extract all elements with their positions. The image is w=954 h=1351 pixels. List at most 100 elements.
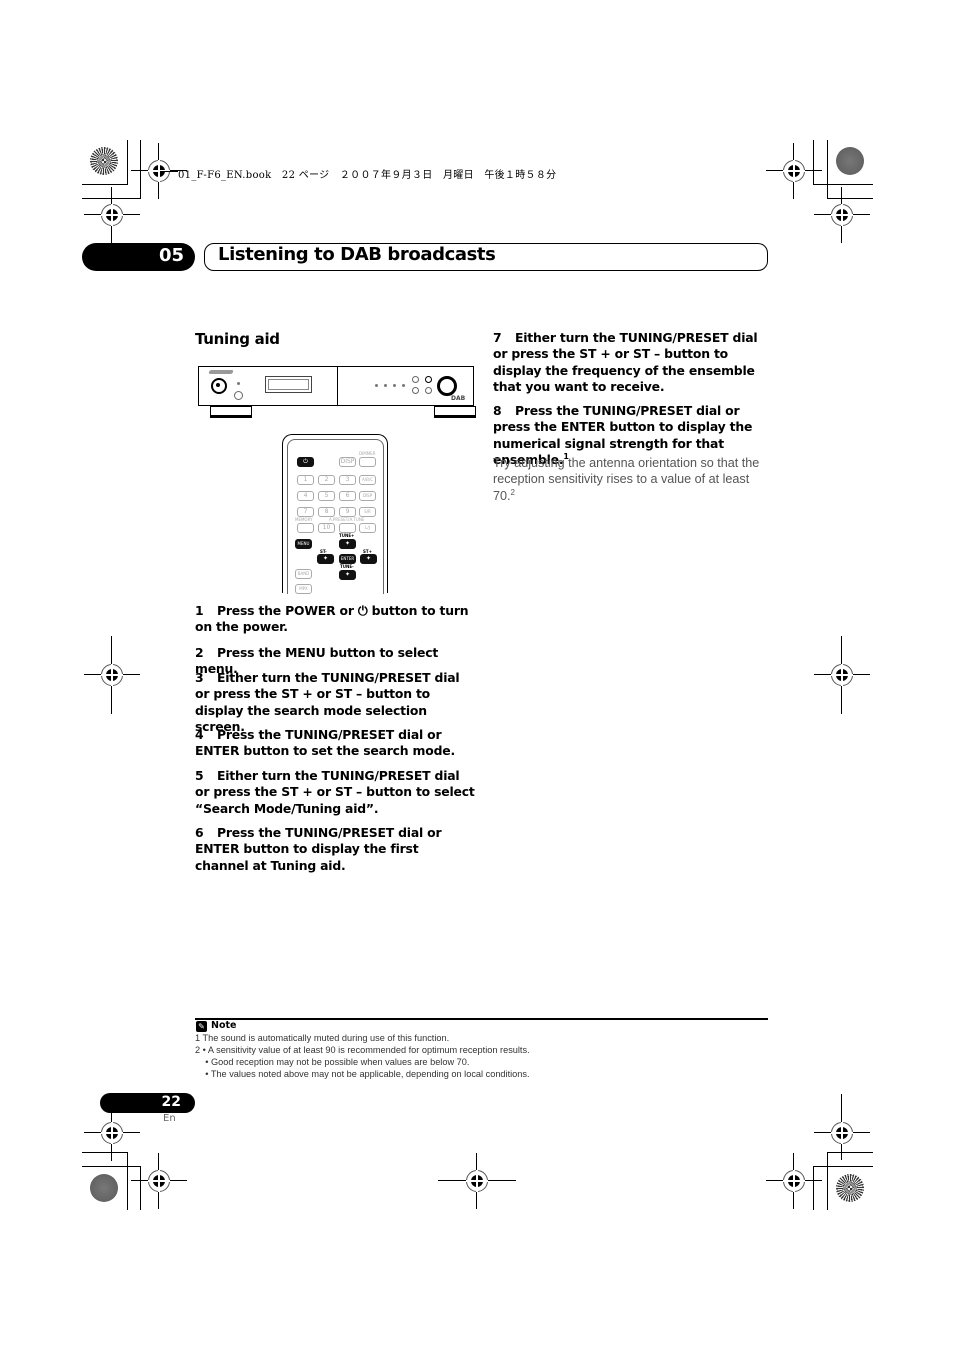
remote-memory-button (297, 523, 314, 533)
step-1: 1 Press the POWER or ⏻ button to turn on … (195, 603, 475, 636)
remote-power-button: ⏻ (297, 457, 314, 467)
page-language: En (163, 1113, 176, 1124)
indicator-led-icon (402, 384, 405, 387)
step-number: 7 (493, 330, 502, 345)
crop-line (160, 171, 178, 172)
remote-number-button: 2 (318, 475, 335, 485)
remote-tune-plus-label: TUNE+ (339, 533, 355, 538)
crop-line (827, 198, 873, 199)
crop-line (813, 184, 873, 185)
step-number: 3 (195, 670, 204, 685)
device-foot-icon (434, 406, 476, 418)
registration-disc-icon (836, 1174, 864, 1202)
crop-line (127, 140, 128, 184)
crop-line (827, 1152, 828, 1210)
step-number: 4 (195, 727, 204, 742)
indicator-led-icon (393, 384, 396, 387)
registration-disc-icon (836, 147, 864, 175)
step-3: 3 Either turn the TUNING/PRESET dial or p… (195, 670, 475, 735)
remote-number-button: 9 (339, 507, 356, 517)
remote-number-button: 6 (339, 491, 356, 501)
registration-mark-icon (766, 1153, 822, 1209)
crop-line (82, 1152, 128, 1153)
panel-button-icon (412, 387, 419, 394)
power-knob-icon (211, 378, 227, 394)
front-panel-illustration: DAB (198, 366, 474, 406)
crop-line (82, 1166, 141, 1167)
remote-sr-button: S/R (359, 507, 376, 517)
indicator-led-icon (375, 384, 378, 387)
step-7: 7 Either turn the TUNING/PRESET dial or p… (493, 330, 771, 395)
registration-disc-icon (90, 147, 118, 175)
phones-jack-icon (234, 391, 243, 400)
remote-tune-minus-button: ✦ (339, 570, 356, 580)
registration-mark-icon (814, 187, 870, 243)
step-text: Press the TUNING/PRESET dial or ENTER bu… (195, 825, 442, 873)
registration-mark-icon (438, 1153, 516, 1209)
dab-badge: DAB (451, 395, 466, 402)
chapter-title-box: Listening to DAB broadcasts (204, 243, 768, 271)
brand-logo-icon (208, 370, 234, 374)
footnote-ref[interactable]: 2 (511, 487, 515, 496)
remote-lj-button: L/J (359, 523, 376, 533)
crop-line (827, 1152, 873, 1153)
registration-mark-icon (814, 636, 870, 714)
remote-number-button: 7 (297, 507, 314, 517)
remote-enter-button: ENTER (339, 554, 356, 564)
crop-line (82, 184, 128, 185)
registration-mark-icon (84, 636, 140, 714)
step-number: 5 (195, 768, 204, 783)
device-foot-icon (210, 406, 252, 418)
panel-button-icon (425, 376, 432, 383)
print-header-line: 01_F-F6_EN.book 22 ページ ２００７年９月３日 月曜日 午後１… (178, 170, 557, 181)
remote-tune-plus-button: ✦ (339, 539, 356, 549)
remote-band-button: BAND (295, 569, 312, 579)
panel-divider (337, 367, 338, 405)
remote-disp-button: DISP (339, 457, 356, 467)
remote-number-button: 1 (297, 475, 314, 485)
remote-disp2-button: DISP (359, 491, 376, 501)
remote-mpx-button: MPX (295, 584, 312, 594)
remote-number-button: 3 (339, 475, 356, 485)
footnote-line: • Good reception may not be possible whe… (195, 1057, 470, 1067)
panel-button-icon (425, 387, 432, 394)
remote-abc-button: A/B/C (359, 475, 376, 485)
footnote-line: • The values noted above may not be appl… (195, 1069, 530, 1079)
remote-control-illustration: ⏻ DISP DIMMER 1 2 3 A/B/C 4 5 6 DISP 7 8… (282, 434, 388, 594)
remote-st-plus-button: ✦ (360, 554, 377, 564)
remote-number-button: 10 (318, 523, 335, 533)
note-title: Note (211, 1020, 237, 1031)
crop-line (140, 1166, 141, 1210)
remote-st-minus-button: ✦ (317, 554, 334, 564)
registration-mark-icon (84, 187, 140, 243)
crop-line (140, 140, 141, 198)
remote-tune-minus-label: TUNE- (340, 564, 354, 569)
step-text: Either turn the TUNING/PRESET dial or pr… (195, 670, 460, 734)
crop-line (813, 1166, 814, 1210)
panel-button-icon (412, 376, 419, 383)
chapter-number-badge: 05 (82, 243, 195, 271)
chapter-title: Listening to DAB broadcasts (218, 244, 496, 265)
remote-dimmer-button (359, 457, 376, 467)
step-text: Either turn the TUNING/PRESET dial or pr… (195, 768, 475, 816)
remote-dimmer-label: DIMMER (359, 451, 376, 456)
crop-line (813, 1166, 873, 1167)
registration-disc-icon (90, 1174, 118, 1202)
standby-led-icon (237, 382, 240, 385)
registration-mark-icon (84, 1105, 140, 1161)
step-4: 4 Press the TUNING/PRESET dial or ENTER b… (195, 727, 475, 760)
step-text: Press the POWER or ⏻ button to turn on t… (195, 603, 469, 635)
body-text: Try adjusting the antenna orientation so… (493, 456, 760, 503)
crop-line (827, 140, 828, 198)
step-number: 8 (493, 403, 502, 418)
remote-number-button: 4 (297, 491, 314, 501)
step-number: 1 (195, 603, 204, 618)
step-text: Press the TUNING/PRESET dial or ENTER bu… (195, 727, 455, 759)
step-6: 6 Press the TUNING/PRESET dial or ENTER b… (195, 825, 475, 874)
footnote-line: 2 • A sensitivity value of at least 90 i… (195, 1045, 530, 1055)
remote-memory-label: MEMORY (295, 517, 313, 522)
section-title: Tuning aid (195, 330, 280, 348)
crop-line (813, 140, 814, 184)
page-number-badge: 22 (100, 1093, 195, 1113)
remote-menu-button: MENU (295, 539, 312, 549)
